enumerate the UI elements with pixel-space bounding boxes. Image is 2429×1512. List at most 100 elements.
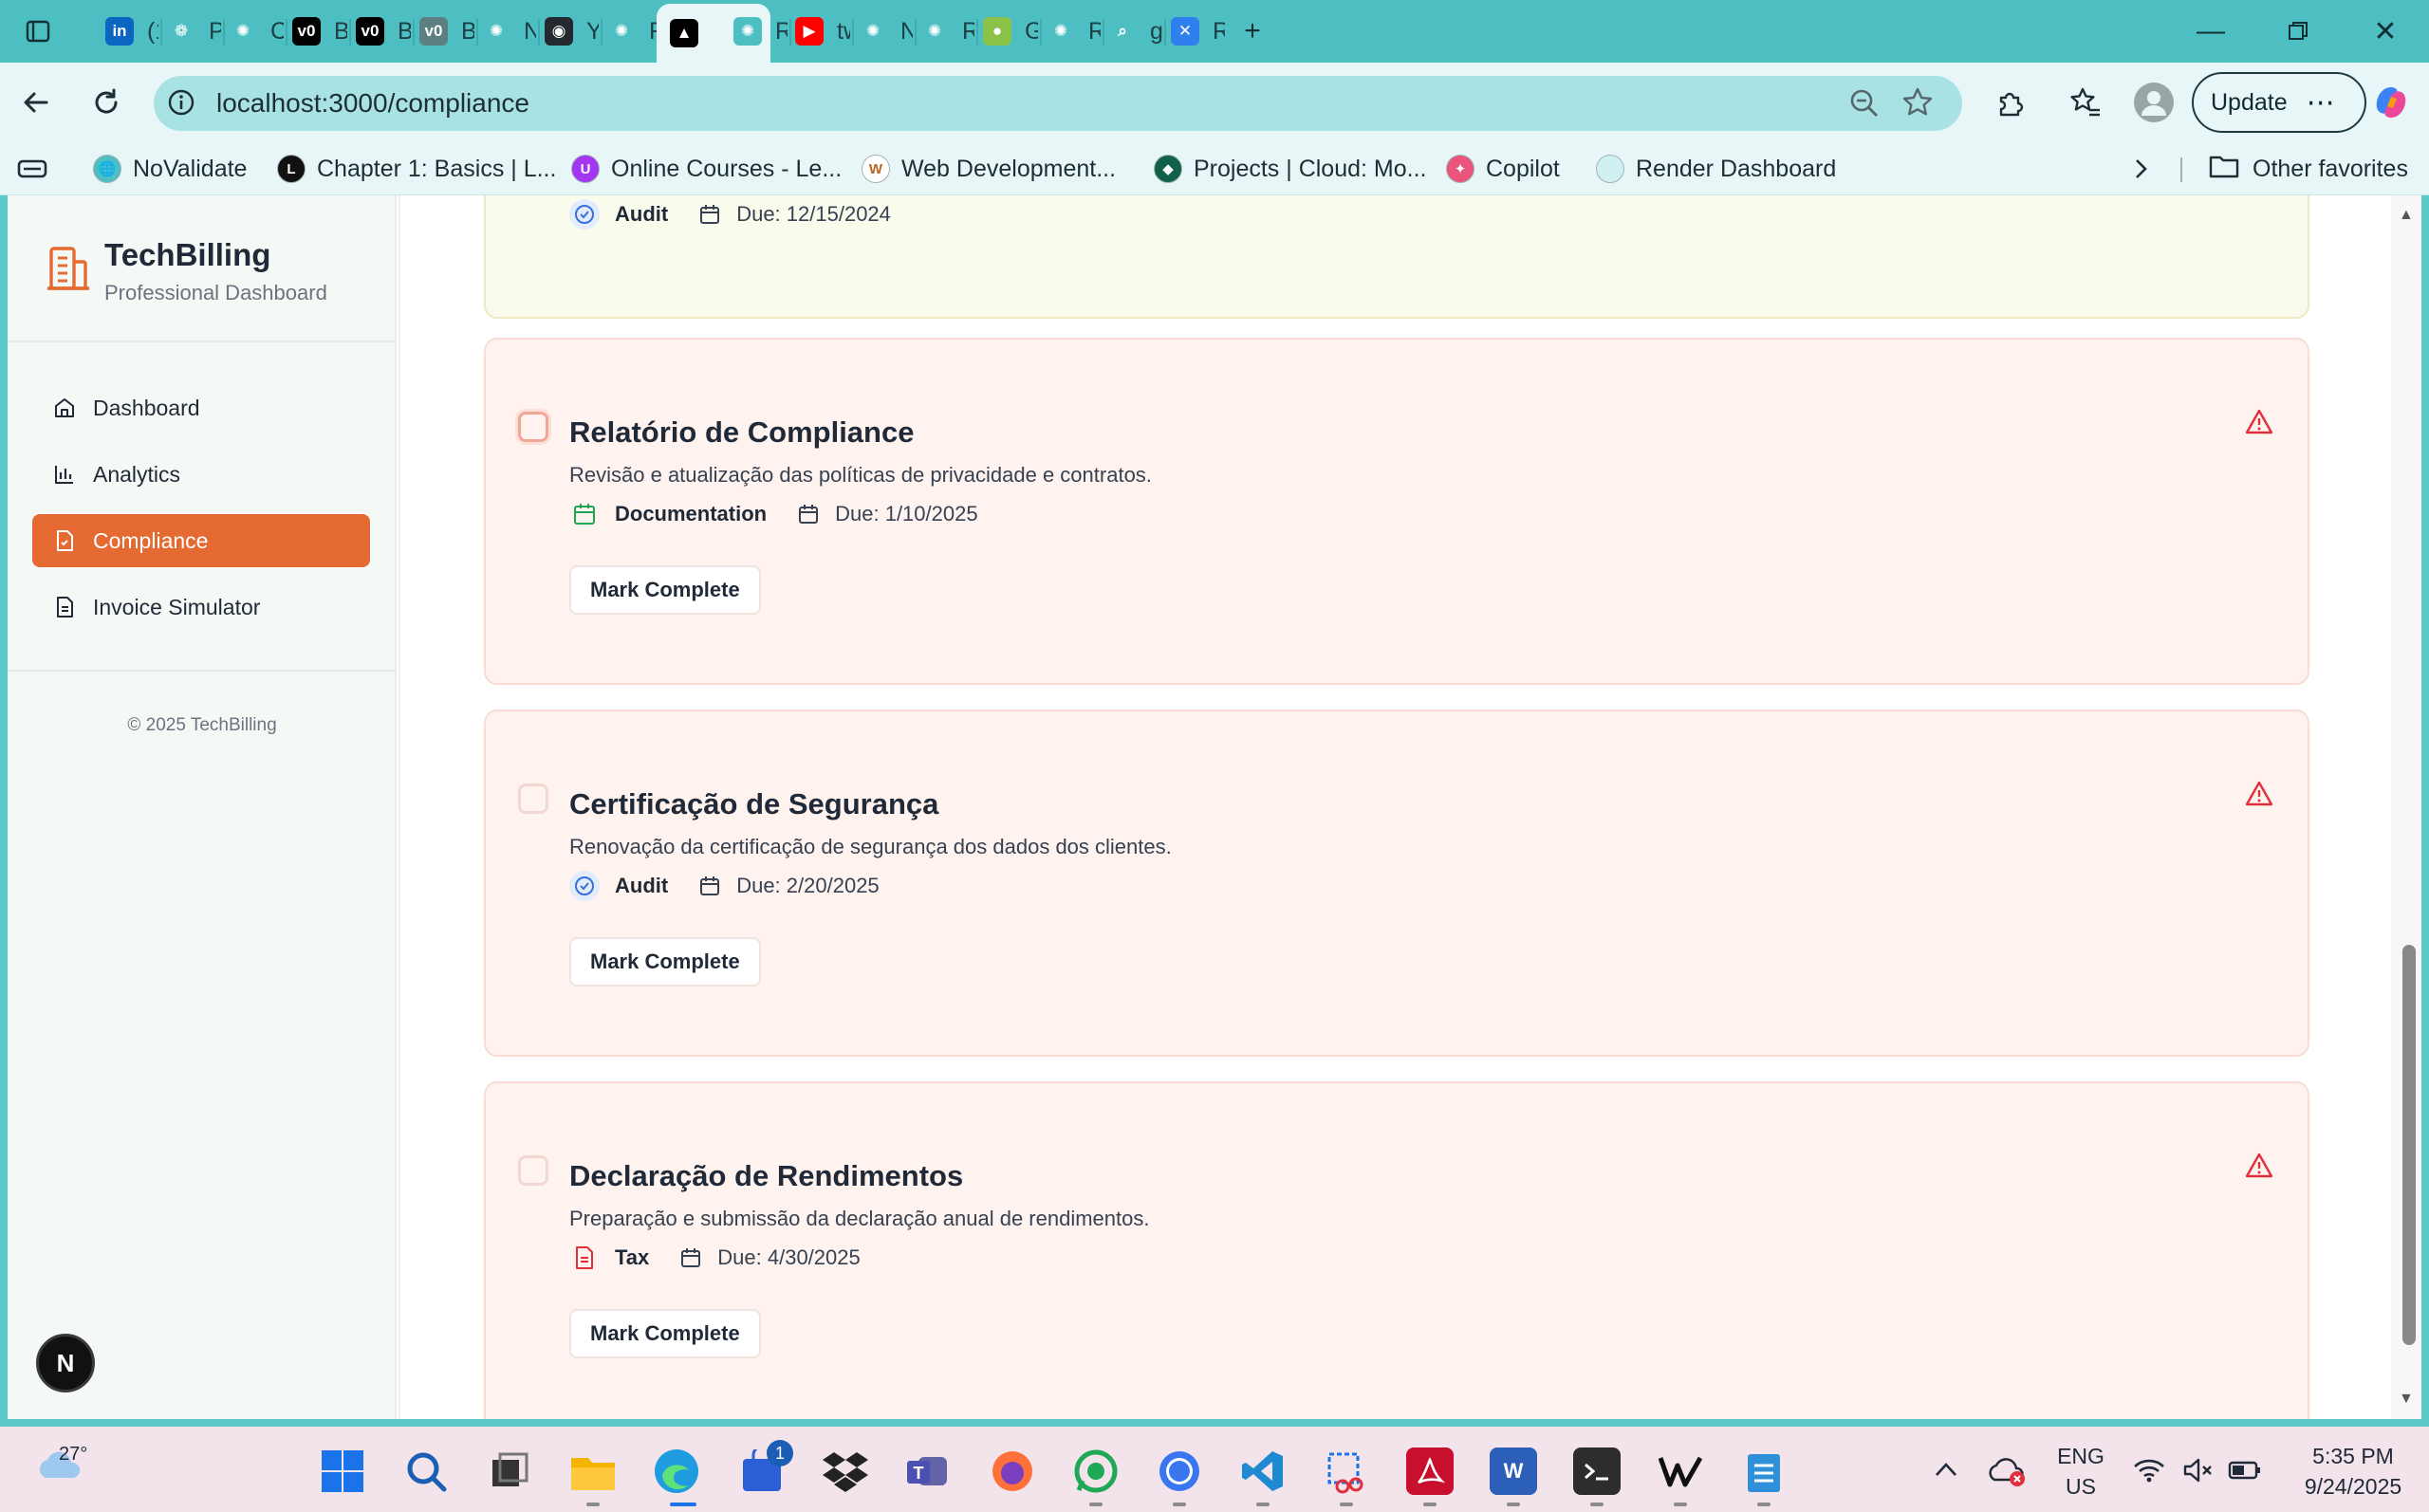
render-icon <box>1596 155 1624 183</box>
signal-icon[interactable] <box>1156 1447 1203 1495</box>
favorite-label: Online Courses - Le... <box>611 155 843 182</box>
favorite-item[interactable]: W Web Development... <box>862 152 1116 186</box>
browser-tab[interactable]: ✺Next <box>469 8 536 55</box>
browser-tab[interactable]: ◉Yob: <box>531 8 599 55</box>
battery-icon[interactable] <box>2228 1459 2262 1486</box>
nav-item-dashboard[interactable]: Dashboard <box>32 381 370 434</box>
close-window-button[interactable]: ✕ <box>2357 9 2414 53</box>
back-icon[interactable] <box>13 80 59 125</box>
favorites-icon[interactable] <box>2063 80 2108 125</box>
update-button[interactable]: Update ⋯ <box>2192 72 2366 133</box>
collections-icon[interactable] <box>9 146 55 192</box>
browser-tab[interactable]: ⌕goo <box>1095 8 1162 55</box>
favorite-item[interactable]: L Chapter 1: Basics | L... <box>277 152 556 186</box>
mark-complete-button[interactable]: Mark Complete <box>569 937 761 986</box>
browser-tab[interactable]: ❁Plan <box>154 8 221 55</box>
acrobat-icon[interactable] <box>1406 1447 1454 1495</box>
browser-tab[interactable]: ✺Reac <box>1033 8 1101 55</box>
browser-tab[interactable]: ✺Reac <box>907 8 974 55</box>
store-badge: 1 <box>767 1440 793 1466</box>
word-icon[interactable]: W <box>1490 1447 1537 1495</box>
favorite-item[interactable]: Render Dashboard <box>1596 152 1836 186</box>
nextjs-badge[interactable]: N <box>36 1334 95 1392</box>
language-bottom[interactable]: US <box>2053 1474 2108 1500</box>
refresh-icon[interactable] <box>83 80 129 125</box>
nav-item-invoice-simulator[interactable]: Invoice Simulator <box>32 581 370 634</box>
claude-icon: ✺ <box>859 17 887 46</box>
language-top[interactable]: ENG <box>2053 1444 2108 1469</box>
nav-item-compliance[interactable]: Compliance <box>32 514 370 567</box>
favorite-star-icon[interactable] <box>1901 86 1934 123</box>
browser-tab[interactable]: ✺Reac <box>720 8 788 55</box>
scrollbar-thumb[interactable] <box>2402 945 2416 1345</box>
task-view-icon[interactable] <box>486 1447 533 1495</box>
scroll-up-icon[interactable]: ▲ <box>2399 207 2414 224</box>
file-explorer-icon[interactable] <box>569 1447 617 1495</box>
mark-complete-button[interactable]: Mark Complete <box>569 1309 761 1358</box>
edge-icon[interactable] <box>653 1447 700 1495</box>
url-text[interactable]: localhost:3000/compliance <box>216 88 529 119</box>
tray-chevron-up-icon[interactable] <box>1934 1461 1958 1483</box>
browser-tab[interactable]: ✺Nex <box>845 8 913 55</box>
warp-icon[interactable] <box>1657 1447 1704 1495</box>
favorite-label: Chapter 1: Basics | L... <box>317 155 557 182</box>
page-scrollbar[interactable]: ▲ ▼ <box>2391 195 2421 1419</box>
running-indicator <box>1674 1503 1687 1506</box>
nav-item-analytics[interactable]: Analytics <box>32 448 370 501</box>
onedrive-error-icon[interactable] <box>1987 1455 2027 1492</box>
profile-avatar[interactable] <box>2131 80 2177 125</box>
address-bar[interactable]: localhost:3000/compliance <box>154 76 1962 131</box>
teams-icon[interactable]: T <box>905 1447 953 1495</box>
task-checkbox[interactable] <box>518 784 548 814</box>
terminal-icon[interactable] <box>1573 1447 1621 1495</box>
minimize-button[interactable]: — <box>2182 9 2239 53</box>
volume-muted-icon[interactable] <box>2182 1457 2215 1488</box>
task-meta: Audit Due: 12/15/2024 <box>569 199 891 230</box>
other-favorites[interactable]: Other favorites <box>2209 152 2408 186</box>
search-icon: ⌕ <box>1108 17 1137 46</box>
scroll-down-icon[interactable]: ▼ <box>2399 1391 2414 1408</box>
notepad-icon[interactable] <box>1740 1447 1788 1495</box>
whatsapp-icon[interactable] <box>1072 1447 1120 1495</box>
browser-tab[interactable]: ✺Reac <box>594 8 661 55</box>
chevron-right-icon[interactable] <box>2118 146 2163 192</box>
clock-date[interactable]: 9/24/2025 <box>2277 1474 2429 1500</box>
favorite-item[interactable]: 🌐 NoValidate <box>93 152 247 186</box>
copilot-icon[interactable] <box>2368 80 2414 125</box>
browser-tab[interactable]: v0Billir <box>279 8 347 55</box>
snipping-tool-icon[interactable] <box>1323 1447 1370 1495</box>
browser-tab[interactable]: ✕Rou <box>1158 8 1225 55</box>
task-card: Declaração de Rendimentos Preparação e s… <box>484 1081 2309 1419</box>
vscode-icon[interactable] <box>1239 1447 1287 1495</box>
browser-tab[interactable]: in(10) <box>92 8 158 55</box>
favorite-item[interactable]: U Online Courses - Le... <box>571 152 842 186</box>
task-category: Audit <box>615 874 669 897</box>
site-info-icon[interactable] <box>167 88 195 121</box>
restore-button[interactable] <box>2270 9 2327 53</box>
browser-tab[interactable]: ▶twer <box>782 8 850 55</box>
new-tab-button[interactable]: + <box>1224 9 1281 53</box>
task-title: Certificação de Segurança <box>569 787 939 821</box>
dropbox-icon[interactable] <box>822 1447 869 1495</box>
browser-tab[interactable]: ✺Clau <box>215 8 284 55</box>
task-card: Relatório de Compliance Revisão e atuali… <box>484 338 2309 685</box>
mark-complete-button[interactable]: Mark Complete <box>569 565 761 615</box>
zoom-icon[interactable] <box>1848 87 1881 124</box>
firefox-icon[interactable] <box>989 1447 1036 1495</box>
wifi-icon[interactable] <box>2133 1457 2165 1488</box>
check-badge-icon <box>569 199 600 230</box>
tab-actions-icon[interactable] <box>15 9 61 54</box>
favorite-item[interactable]: ◆ Projects | Cloud: Mo... <box>1154 152 1426 186</box>
search-icon[interactable] <box>402 1447 450 1495</box>
task-checkbox[interactable] <box>518 1155 548 1186</box>
task-checkbox[interactable] <box>518 412 548 442</box>
favorite-item[interactable]: ✦ Copilot <box>1446 152 1560 186</box>
task-meta: Documentation Due: 1/10/2025 <box>569 499 978 529</box>
browser-tab[interactable]: v0Billir <box>406 8 474 55</box>
clock-time[interactable]: 5:35 PM <box>2277 1444 2429 1469</box>
running-indicator <box>1089 1503 1103 1506</box>
browser-tab[interactable]: v0Billir <box>343 8 411 55</box>
extensions-icon[interactable] <box>1987 80 2032 125</box>
start-icon[interactable] <box>319 1447 366 1495</box>
browser-tab[interactable]: ●Goo <box>970 8 1038 55</box>
